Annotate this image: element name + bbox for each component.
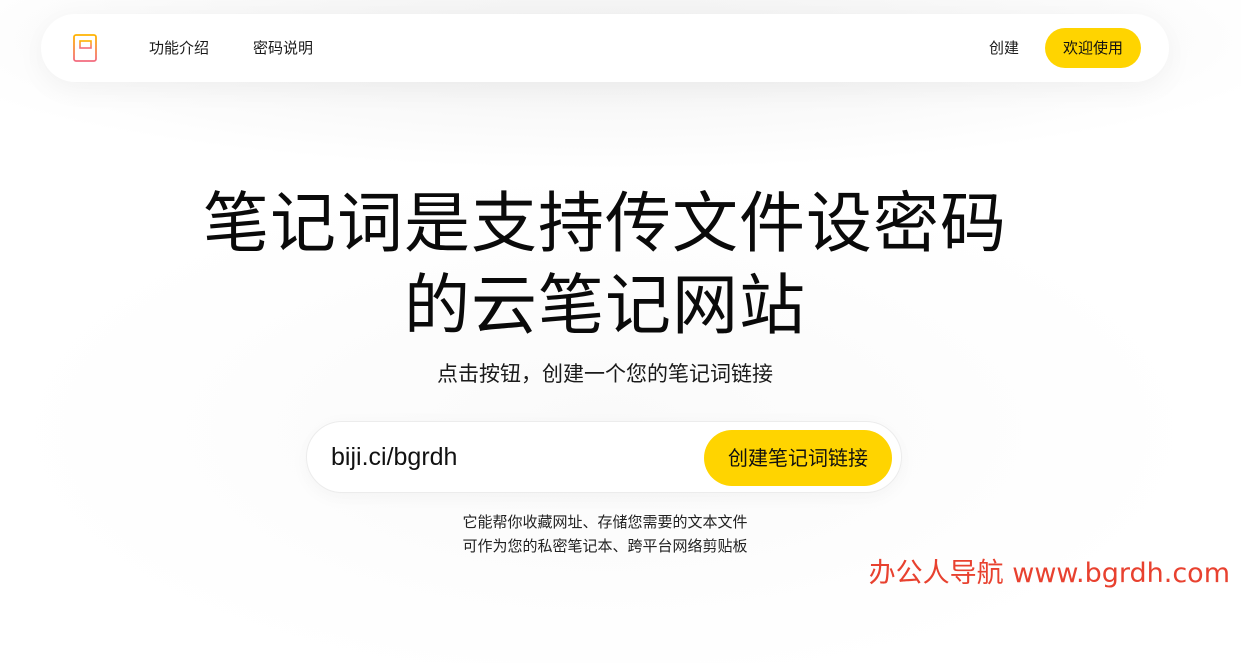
- hero-title: 笔记词是支持传文件设密码 的云笔记网站: [170, 183, 1040, 347]
- notebook-logo-icon[interactable]: [69, 33, 99, 63]
- nav-password-link[interactable]: 密码说明: [253, 38, 313, 58]
- link-url-input[interactable]: [331, 436, 691, 478]
- watermark-text: 办公人导航 www.bgrdh.com: [868, 558, 1230, 589]
- create-link-form: 创建笔记词链接: [306, 421, 902, 493]
- welcome-button[interactable]: 欢迎使用: [1045, 28, 1141, 68]
- hero-title-line-2: 的云笔记网站: [404, 267, 806, 344]
- hero-title-line-1: 笔记词是支持传文件设密码: [203, 185, 1007, 262]
- nav-create-link[interactable]: 创建: [989, 38, 1019, 58]
- description-line-1: 它能帮你收藏网址、存储您需要的文本文件: [462, 513, 748, 531]
- top-navbar: 功能介绍 密码说明 创建 欢迎使用: [41, 14, 1169, 82]
- hero-subtitle: 点击按钮，创建一个您的笔记词链接: [437, 362, 773, 386]
- create-link-button[interactable]: 创建笔记词链接: [704, 430, 892, 486]
- description-line-2: 可作为您的私密笔记本、跨平台网络剪贴板: [462, 537, 748, 555]
- nav-features-link[interactable]: 功能介绍: [149, 38, 209, 58]
